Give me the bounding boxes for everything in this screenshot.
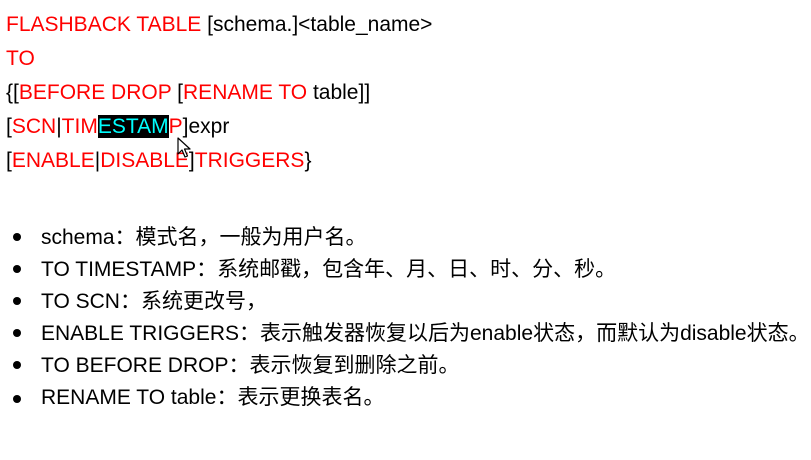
expr-param: ]expr <box>182 115 230 138</box>
syntax-line-2: TO <box>6 42 432 76</box>
bullet-dot-icon <box>13 265 21 273</box>
syntax-line-4: [SCN|TIMESTAMP]expr <box>6 110 432 158</box>
table-param: table]] <box>307 81 371 104</box>
syntax-line-5: [ENABLE|DISABLE]TRIGGERS} <box>6 144 432 178</box>
bracket-open-2: [ <box>171 81 184 104</box>
bullet-dot-icon <box>13 395 21 403</box>
list-item: ENABLE TRIGGERS：表示触发器恢复以后为enable状态，而默认为d… <box>0 318 811 350</box>
list-item-text: ENABLE TRIGGERS：表示触发器恢复以后为enable状态，而默认为d… <box>41 322 810 345</box>
list-item: TO TIMESTAMP：系统邮戳，包含年、月、日、时、分、秒。 <box>0 254 811 286</box>
list-item: RENAME TO table：表示更换表名。 <box>0 382 811 414</box>
list-item-text: TO BEFORE DROP：表示恢复到删除之前。 <box>41 354 460 377</box>
syntax-line-3: {[BEFORE DROP [RENAME TO table]] <box>6 76 432 110</box>
brace-close: } <box>304 149 312 172</box>
keyword-enable: ENABLE <box>11 149 95 172</box>
keyword-flashback-table: FLASHBACK TABLE <box>6 13 202 36</box>
keyword-disable: DISABLE <box>100 149 189 172</box>
list-item: TO BEFORE DROP：表示恢复到删除之前。 <box>0 350 811 382</box>
keyword-timestamp-start: TIM <box>61 115 98 138</box>
syntax-block: FLASHBACK TABLE [schema.]<table_name> TO… <box>6 8 432 178</box>
syntax-line-1: FLASHBACK TABLE [schema.]<table_name> <box>6 8 432 42</box>
keyword-scn: SCN <box>11 115 57 138</box>
bracket-open: {[ <box>6 81 19 104</box>
table-name-param: [schema.]<table_name> <box>201 13 433 36</box>
keyword-before-drop: BEFORE DROP <box>18 81 172 104</box>
keyword-rename-to: RENAME TO <box>183 81 308 104</box>
list-item: schema：模式名，一般为用户名。 <box>0 222 811 254</box>
bullet-dot-icon <box>13 297 21 305</box>
bullet-list: schema：模式名，一般为用户名。 TO TIMESTAMP：系统邮戳，包含年… <box>0 222 811 414</box>
list-item-text: TO TIMESTAMP：系统邮戳，包含年、月、日、时、分、秒。 <box>41 258 617 281</box>
selected-text[interactable]: ESTAM <box>97 115 169 138</box>
bullet-dot-icon <box>13 361 21 369</box>
list-item-text: TO SCN：系统更改号， <box>41 290 267 313</box>
bullet-dot-icon <box>13 233 21 241</box>
bullet-dot-icon <box>13 329 21 337</box>
keyword-timestamp-end: P <box>168 115 183 138</box>
keyword-triggers: TRIGGERS <box>194 149 305 172</box>
list-item: TO SCN：系统更改号， <box>0 286 811 318</box>
list-item-text: RENAME TO table：表示更换表名。 <box>41 386 385 409</box>
list-item-text: schema：模式名，一般为用户名。 <box>41 226 367 249</box>
keyword-to: TO <box>6 47 35 70</box>
